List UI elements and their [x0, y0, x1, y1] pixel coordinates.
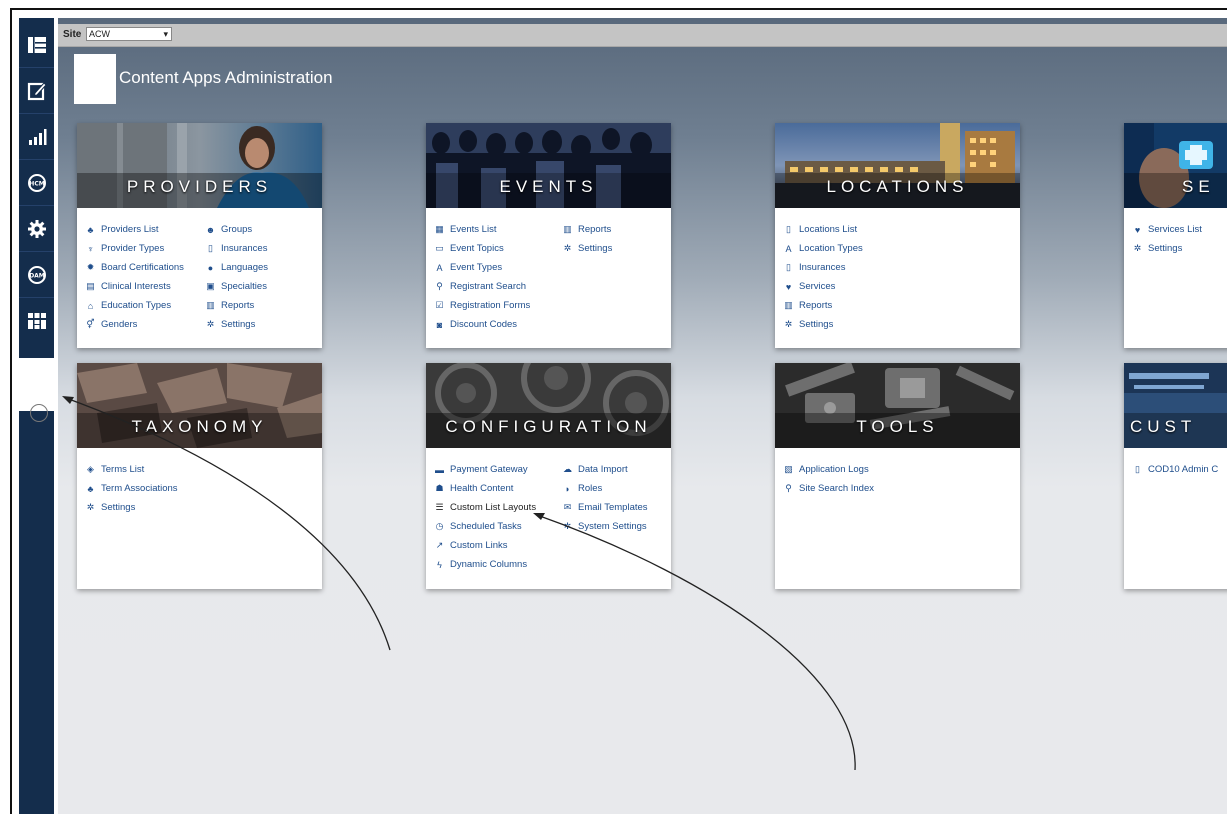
arrow-to-sidebar — [65, 397, 391, 651]
arrowhead-sidebar — [62, 396, 74, 404]
screenshot-frame: HCM DAM Site ACW ▾ Content Apps Administ… — [0, 0, 1227, 814]
arrow-to-custom-list-layouts — [536, 514, 856, 771]
arrowhead-custom-list — [533, 513, 545, 520]
annotation-arrows — [62, 396, 856, 771]
